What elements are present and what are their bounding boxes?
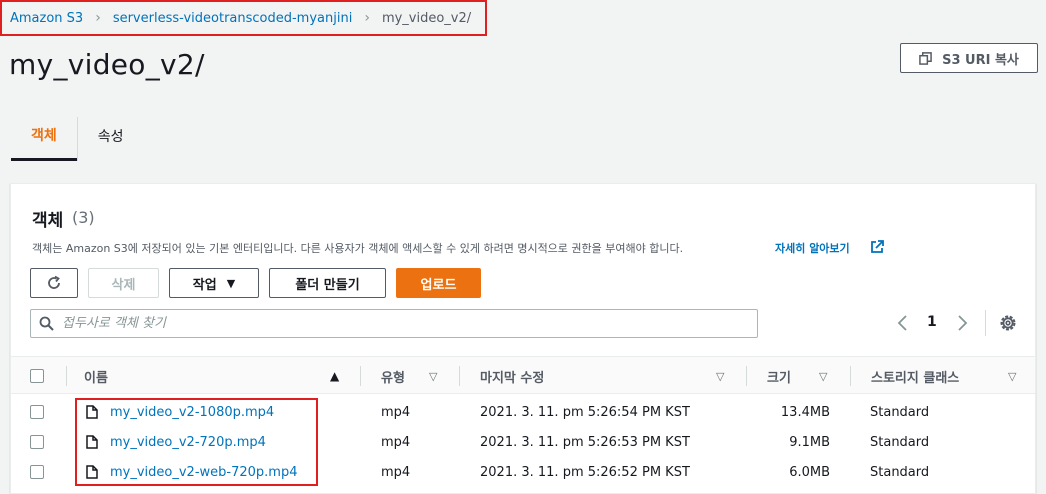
gear-icon[interactable] — [998, 313, 1018, 333]
column-header-storage-class[interactable]: 스토리지 클래스 — [871, 357, 959, 395]
create-folder-button[interactable]: 폴더 만들기 — [269, 268, 386, 298]
object-type: mp4 — [381, 434, 411, 450]
column-divider — [850, 366, 851, 386]
copy-icon — [919, 51, 932, 65]
column-header-modified[interactable]: 마지막 수정 — [480, 357, 544, 395]
table-row: my_video_v2-720p.mp4 mp4 2021. 3. 11. pm… — [11, 427, 1035, 457]
object-modified: 2021. 3. 11. pm 5:26:52 PM KST — [480, 464, 690, 480]
select-all-checkbox[interactable] — [30, 369, 44, 383]
refresh-icon — [48, 275, 60, 289]
sort-icon[interactable]: ▽ — [819, 370, 827, 383]
actions-label: 작업 — [192, 277, 217, 293]
object-name-link[interactable]: my_video_v2-1080p.mp4 — [110, 405, 274, 420]
pager-divider — [985, 310, 986, 336]
refresh-button[interactable] — [30, 268, 78, 298]
select-all-checkbox-cell — [30, 357, 44, 395]
object-size: 13.4MB — [780, 404, 830, 420]
breadcrumb-bucket[interactable]: serverless-videotranscoded-myanjini — [113, 11, 353, 26]
object-storage-class: Standard — [870, 404, 930, 420]
row-checkbox[interactable] — [30, 405, 44, 419]
objects-title: 객체 — [32, 211, 64, 231]
file-icon — [86, 465, 98, 479]
sort-icon[interactable]: ▽ — [1008, 370, 1016, 383]
objects-count: (3) — [72, 208, 95, 227]
table-row: my_video_v2-1080p.mp4 mp4 2021. 3. 11. p… — [11, 397, 1035, 427]
column-header-type[interactable]: 유형 — [381, 357, 405, 395]
search-input[interactable] — [62, 316, 742, 331]
page-number[interactable]: 1 — [927, 314, 937, 330]
object-size: 9.1MB — [789, 434, 830, 450]
search-icon — [39, 316, 54, 331]
file-icon — [86, 435, 98, 449]
tab-list: 객체 속성 — [11, 111, 144, 161]
upload-button[interactable]: 업로드 — [396, 268, 481, 298]
chevron-right-icon: › — [95, 10, 101, 26]
object-modified: 2021. 3. 11. pm 5:26:54 PM KST — [480, 404, 690, 420]
breadcrumb-current: my_video_v2/ — [381, 10, 472, 26]
object-size: 6.0MB — [789, 464, 830, 480]
column-divider — [66, 366, 67, 386]
column-divider — [746, 366, 747, 386]
column-header-name[interactable]: 이름 — [84, 357, 108, 395]
objects-description: 객체는 Amazon S3에 저장되어 있는 기본 엔터티입니다. 다른 사용자… — [32, 242, 684, 255]
breadcrumb: Amazon S3 › serverless-videotranscoded-m… — [0, 0, 487, 36]
delete-button[interactable]: 삭제 — [88, 268, 159, 298]
file-icon — [86, 405, 98, 419]
row-checkbox[interactable] — [30, 435, 44, 449]
tab-objects[interactable]: 객체 — [11, 111, 77, 161]
object-type: mp4 — [381, 464, 411, 480]
object-name-link[interactable]: my_video_v2-720p.mp4 — [110, 435, 266, 450]
caret-down-icon: ▼ — [226, 276, 236, 290]
sort-icon[interactable]: ▽ — [429, 370, 437, 383]
learn-more-link[interactable]: 자세히 알아보기 — [775, 240, 850, 256]
chevron-right-icon: › — [364, 10, 370, 26]
object-name-link[interactable]: my_video_v2-web-720p.mp4 — [110, 465, 297, 480]
column-header-size[interactable]: 크기 — [767, 357, 791, 395]
column-divider — [360, 366, 361, 386]
tab-properties[interactable]: 속성 — [78, 111, 144, 161]
object-storage-class: Standard — [870, 464, 930, 480]
copy-s3-uri-button[interactable]: S3 URI 복사 — [900, 43, 1038, 73]
sort-ascending-icon[interactable]: ▲ — [330, 369, 339, 383]
chevron-left-icon[interactable] — [894, 312, 912, 334]
page-title: my_video_v2/ — [9, 48, 205, 81]
search-box — [30, 309, 758, 338]
object-modified: 2021. 3. 11. pm 5:26:53 PM KST — [480, 434, 690, 450]
object-type: mp4 — [381, 404, 411, 420]
breadcrumb-amazon-s3[interactable]: Amazon S3 — [10, 11, 83, 26]
copy-s3-uri-label: S3 URI 복사 — [942, 52, 1019, 68]
sort-icon[interactable]: ▽ — [716, 370, 724, 383]
chevron-right-icon[interactable] — [953, 312, 971, 334]
object-storage-class: Standard — [870, 434, 930, 450]
table-header: 이름 ▲ 유형 ▽ 마지막 수정 ▽ 크기 ▽ 스토리지 클래스 ▽ — [11, 356, 1035, 394]
row-checkbox[interactable] — [30, 465, 44, 479]
column-divider — [459, 366, 460, 386]
actions-button[interactable]: 작업 ▼ — [169, 268, 259, 298]
table-row: my_video_v2-web-720p.mp4 mp4 2021. 3. 11… — [11, 457, 1035, 487]
external-link-icon[interactable] — [870, 240, 884, 254]
